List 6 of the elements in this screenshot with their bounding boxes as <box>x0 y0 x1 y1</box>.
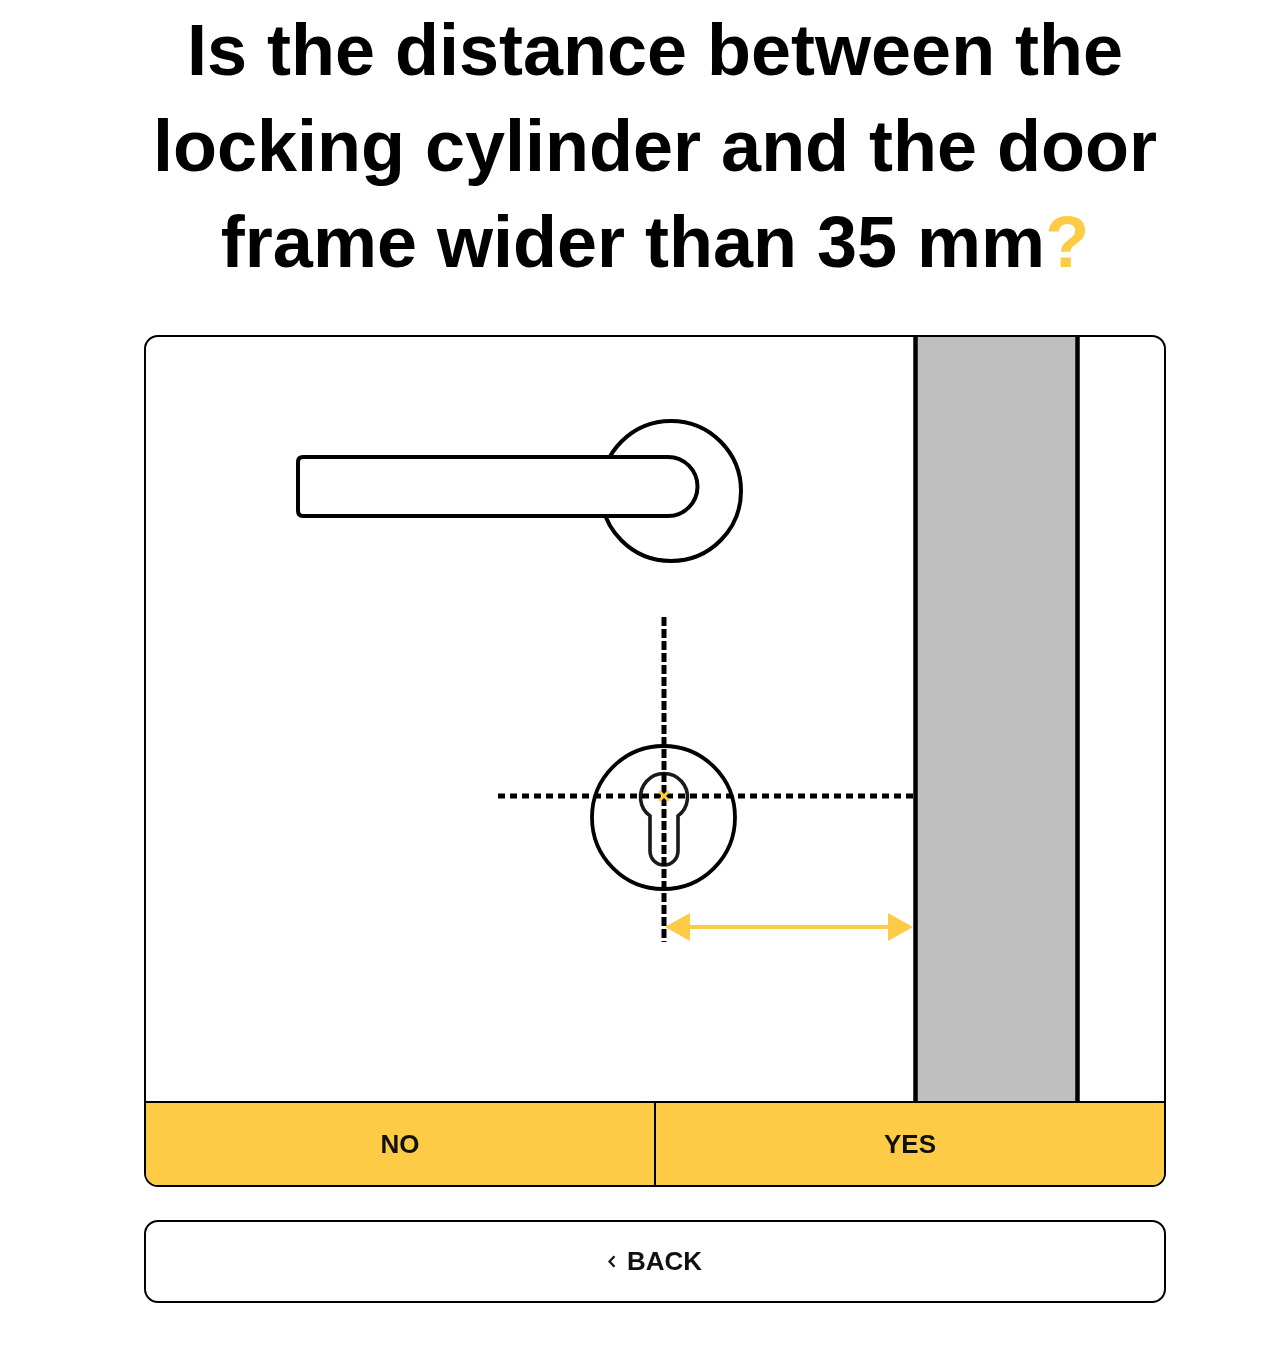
chevron-left-icon <box>607 1255 616 1268</box>
answer-button[interactable]: YES <box>654 1103 1164 1185</box>
back-button[interactable]: BACK <box>144 1220 1166 1303</box>
answer-button[interactable]: NO <box>146 1103 654 1185</box>
center-cross-icon <box>658 790 670 802</box>
question-title: Is the distance between the locking cylinder and the door frame wider than 35 mm? <box>151 9 1159 284</box>
